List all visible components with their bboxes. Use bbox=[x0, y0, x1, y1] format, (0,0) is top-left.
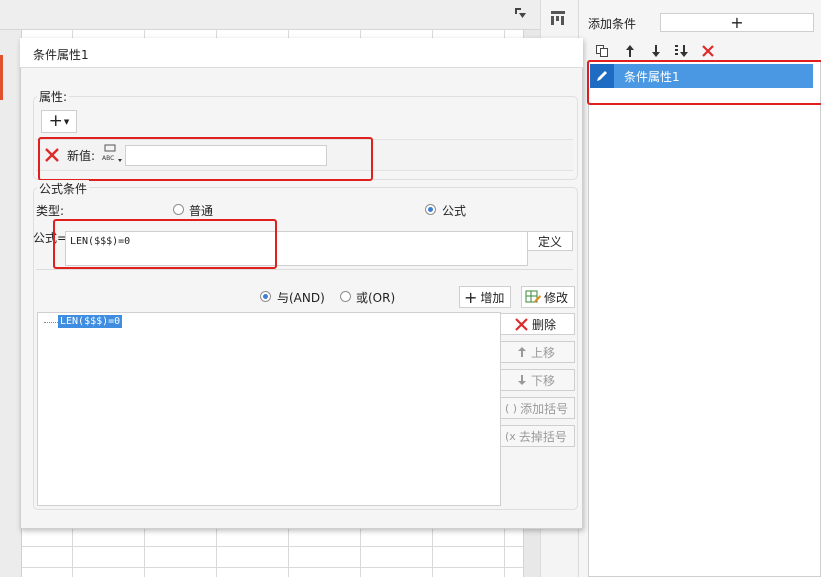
delete-icon bbox=[515, 317, 528, 331]
type-label: 类型: bbox=[36, 204, 65, 218]
divider bbox=[36, 269, 573, 270]
logic-or-label: 或(OR) bbox=[356, 291, 396, 305]
delete-icon[interactable] bbox=[699, 42, 717, 60]
type-formula-label: 公式 bbox=[442, 204, 467, 218]
remove-bracket-icon: (x bbox=[505, 429, 516, 443]
define-button[interactable]: 定义 bbox=[527, 231, 573, 251]
formula-section-title: 公式条件 bbox=[37, 180, 90, 197]
arrow-down-icon bbox=[517, 374, 527, 386]
dropdown-arrow-icon[interactable] bbox=[514, 7, 528, 21]
row-marker bbox=[0, 55, 3, 100]
type-normal-radio[interactable] bbox=[173, 204, 184, 215]
add-bracket-button[interactable]: ( ) 添加括号 bbox=[500, 397, 575, 419]
modify-button[interactable]: 修改 bbox=[521, 286, 575, 308]
add-condition-button[interactable]: + bbox=[660, 13, 814, 32]
condition-tree[interactable]: LEN($$$)=0 bbox=[37, 312, 501, 506]
move-down-button[interactable]: 下移 bbox=[500, 369, 575, 391]
arrow-down-icon[interactable] bbox=[647, 42, 665, 60]
layout-icon[interactable] bbox=[549, 9, 567, 27]
tree-node[interactable]: LEN($$$)=0 bbox=[58, 315, 123, 328]
type-formula-radio[interactable] bbox=[425, 204, 436, 215]
move-bottom-icon[interactable] bbox=[673, 42, 691, 60]
row-header bbox=[0, 30, 22, 577]
condition-list bbox=[588, 60, 821, 577]
edit-grid-icon bbox=[525, 289, 541, 305]
dialog-titlebar bbox=[20, 38, 583, 68]
logic-or-radio[interactable] bbox=[340, 291, 351, 302]
arrow-up-icon bbox=[517, 346, 527, 358]
attributes-section-title: 属性: bbox=[37, 88, 70, 105]
plus-icon: + bbox=[464, 287, 478, 307]
type-normal-label: 普通 bbox=[189, 204, 214, 218]
highlight-box-list bbox=[587, 60, 821, 105]
arrow-up-icon[interactable] bbox=[621, 42, 639, 60]
bracket-icon: ( ) bbox=[505, 401, 518, 415]
logic-and-radio[interactable] bbox=[260, 291, 271, 302]
chevron-down-icon: ▼ bbox=[63, 117, 70, 126]
spreadsheet-toolbar bbox=[0, 0, 540, 30]
plus-icon: + bbox=[48, 111, 63, 131]
copy-icon[interactable] bbox=[593, 42, 611, 60]
delete-condition-button[interactable]: 删除 bbox=[500, 313, 575, 335]
tree-connector bbox=[44, 322, 58, 323]
add-condition-row-button[interactable]: + 增加 bbox=[459, 286, 511, 308]
highlight-box-formula bbox=[53, 219, 277, 269]
add-condition-label: 添加条件 bbox=[588, 17, 637, 31]
logic-and-label: 与(AND) bbox=[277, 291, 325, 305]
plus-icon: + bbox=[730, 13, 744, 32]
remove-bracket-button[interactable]: (x 去掉括号 bbox=[500, 425, 575, 447]
move-up-button[interactable]: 上移 bbox=[500, 341, 575, 363]
add-attribute-button[interactable]: + ▼ bbox=[41, 110, 77, 133]
dialog-title: 条件属性1 bbox=[33, 48, 89, 62]
highlight-box-new-value bbox=[38, 137, 373, 181]
